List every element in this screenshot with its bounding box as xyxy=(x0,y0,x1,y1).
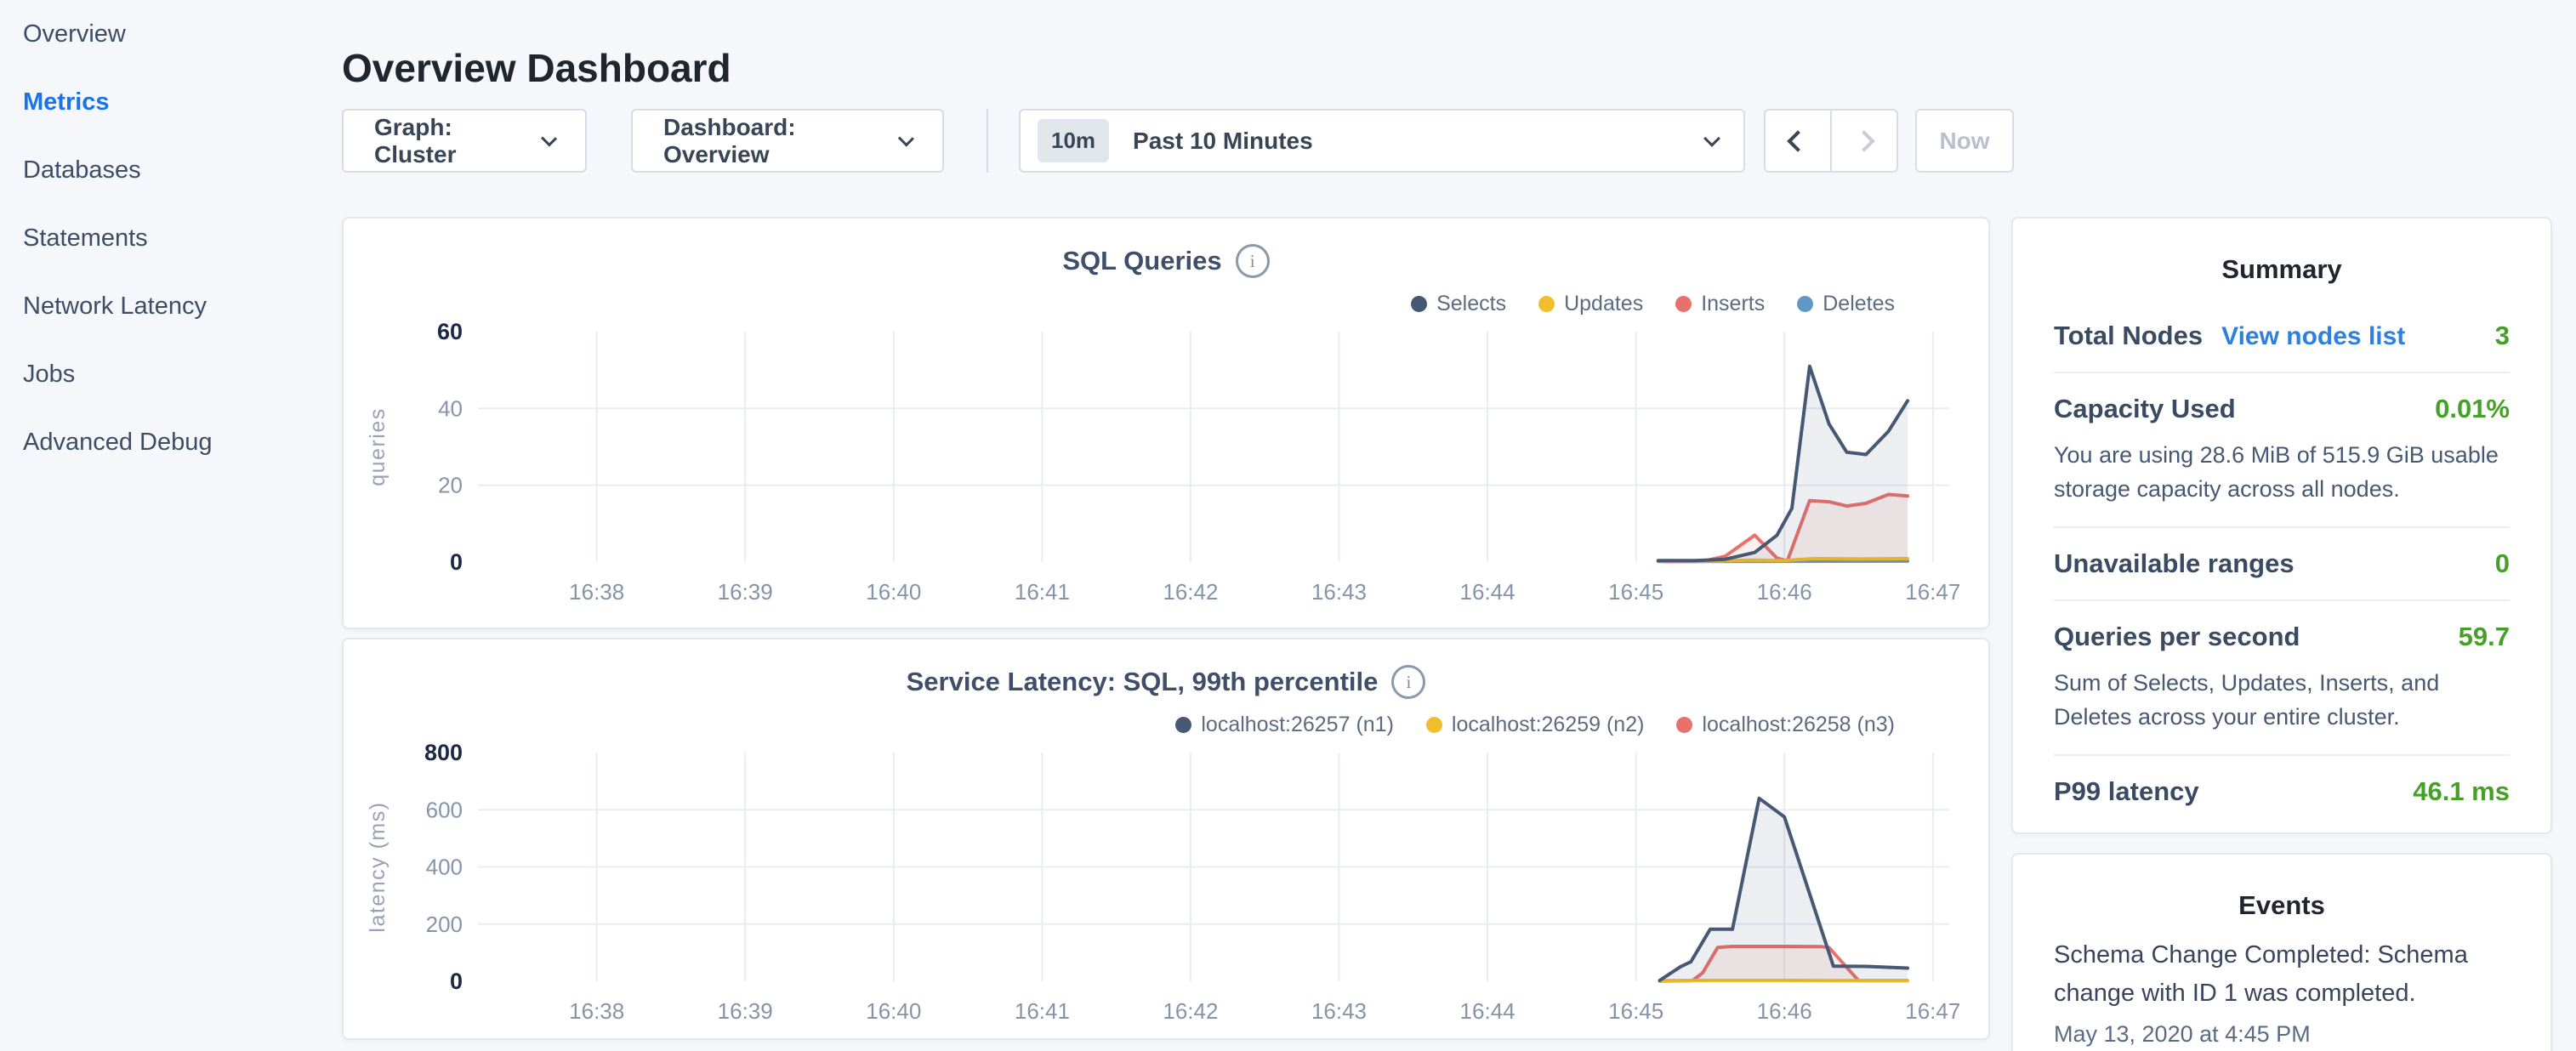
svg-text:16:45: 16:45 xyxy=(1608,998,1663,1024)
svg-text:16:42: 16:42 xyxy=(1163,579,1218,605)
time-range-label: Past 10 Minutes xyxy=(1133,128,1313,155)
svg-text:800: 800 xyxy=(424,740,463,765)
svg-text:16:45: 16:45 xyxy=(1608,579,1663,605)
dashboard-dropdown[interactable]: Dashboard: Overview xyxy=(631,109,944,173)
now-button[interactable]: Now xyxy=(1915,109,2014,173)
sidebar-item-advanced-debug[interactable]: Advanced Debug xyxy=(0,408,340,476)
summary-row-capacity-used: Capacity Used 0.01% You are using 28.6 M… xyxy=(2054,372,2510,526)
controls-divider xyxy=(987,109,988,173)
app-root: Overview Metrics Databases Statements Ne… xyxy=(0,0,2576,1051)
service-latency-chart-card: Service Latency: SQL, 99th percentile i … xyxy=(342,638,1990,1040)
event-item-timestamp: May 13, 2020 at 4:45 PM xyxy=(2054,1021,2510,1048)
chevron-down-icon xyxy=(898,130,914,146)
summary-row-label: Unavailable ranges xyxy=(2054,548,2295,579)
summary-row-label: Total Nodes xyxy=(2054,321,2203,351)
sidebar-item-statements[interactable]: Statements xyxy=(0,204,340,272)
summary-row-label: P99 latency xyxy=(2054,776,2199,807)
svg-text:16:46: 16:46 xyxy=(1757,998,1812,1024)
summary-row-queries-per-second: Queries per second 59.7 Sum of Selects, … xyxy=(2054,599,2510,754)
sql-queries-plot: 16:38 16:39 16:40 16:41 16:42 16:43 16:44 16:45… xyxy=(344,219,1992,631)
svg-text:0: 0 xyxy=(450,969,463,994)
svg-text:200: 200 xyxy=(426,912,463,937)
summary-row-description: You are using 28.6 MiB of 515.9 GiB usab… xyxy=(2054,438,2510,506)
summary-row-unavailable-ranges: Unavailable ranges 0 xyxy=(2054,526,2510,599)
svg-text:16:46: 16:46 xyxy=(1757,579,1812,605)
svg-text:16:39: 16:39 xyxy=(718,998,773,1024)
time-prev-button[interactable] xyxy=(1764,109,1831,173)
svg-text:latency (ms): latency (ms) xyxy=(366,801,390,932)
summary-row-description: Sum of Selects, Updates, Inserts, and De… xyxy=(2054,666,2510,734)
page-title: Overview Dashboard xyxy=(342,45,731,91)
svg-text:16:43: 16:43 xyxy=(1311,998,1367,1024)
sql-queries-chart-card: SQL Queries i SelectsUpdatesInsertsDelet… xyxy=(342,217,1990,629)
summary-row-value: 3 xyxy=(2495,321,2510,351)
graph-dropdown-label: Graph: Cluster xyxy=(374,114,526,168)
svg-text:16:40: 16:40 xyxy=(866,579,921,605)
summary-row-label: Queries per second xyxy=(2054,622,2300,652)
svg-text:16:40: 16:40 xyxy=(866,998,921,1024)
time-next-button[interactable] xyxy=(1831,109,1898,173)
svg-text:600: 600 xyxy=(426,797,463,822)
time-range-badge: 10m xyxy=(1038,119,1109,162)
svg-text:queries: queries xyxy=(366,407,390,486)
chevron-down-icon xyxy=(541,130,557,146)
svg-text:16:44: 16:44 xyxy=(1460,998,1515,1024)
sidebar: Overview Metrics Databases Statements Ne… xyxy=(0,0,340,1051)
svg-text:16:43: 16:43 xyxy=(1311,579,1367,605)
sidebar-item-jobs[interactable]: Jobs xyxy=(0,340,340,408)
summary-panel: Summary Total Nodes View nodes list 3 Ca… xyxy=(2011,217,2552,834)
summary-row-label: Capacity Used xyxy=(2054,394,2236,424)
sidebar-item-overview[interactable]: Overview xyxy=(0,0,340,68)
view-nodes-list-link[interactable]: View nodes list xyxy=(2221,322,2405,351)
summary-row-value: 46.1 ms xyxy=(2413,776,2510,807)
svg-text:16:38: 16:38 xyxy=(569,998,624,1024)
svg-text:16:47: 16:47 xyxy=(1905,998,1960,1024)
summary-row-value: 0.01% xyxy=(2435,394,2510,424)
summary-row-value: 59.7 xyxy=(2459,622,2510,652)
sidebar-item-databases[interactable]: Databases xyxy=(0,136,340,204)
sidebar-item-network-latency[interactable]: Network Latency xyxy=(0,272,340,340)
chevron-right-icon xyxy=(1853,130,1874,151)
time-range-picker[interactable]: 10m Past 10 Minutes xyxy=(1019,109,1745,173)
summary-row-value: 0 xyxy=(2495,548,2510,579)
summary-title: Summary xyxy=(2054,254,2510,285)
svg-text:16:41: 16:41 xyxy=(1015,579,1070,605)
svg-text:16:42: 16:42 xyxy=(1163,998,1218,1024)
chevron-left-icon xyxy=(1787,130,1808,151)
events-panel: Events Schema Change Completed: Schema c… xyxy=(2011,853,2552,1051)
svg-text:16:44: 16:44 xyxy=(1460,579,1515,605)
dashboard-dropdown-label: Dashboard: Overview xyxy=(663,114,884,168)
service-latency-plot: 16:38 16:39 16:40 16:41 16:42 16:43 16:44 16:45… xyxy=(344,639,1992,1042)
svg-text:40: 40 xyxy=(438,395,463,421)
svg-text:60: 60 xyxy=(437,319,463,344)
graph-dropdown[interactable]: Graph: Cluster xyxy=(342,109,587,173)
controls-bar: Graph: Cluster Dashboard: Overview 10m P… xyxy=(342,109,2014,173)
summary-row-p99-latency: P99 latency 46.1 ms xyxy=(2054,754,2510,827)
chevron-down-icon xyxy=(1703,130,1720,147)
svg-text:16:39: 16:39 xyxy=(718,579,773,605)
svg-text:16:47: 16:47 xyxy=(1905,579,1960,605)
sidebar-item-metrics[interactable]: Metrics xyxy=(0,68,340,136)
summary-row-total-nodes: Total Nodes View nodes list 3 xyxy=(2054,300,2510,372)
svg-text:16:41: 16:41 xyxy=(1015,998,1070,1024)
svg-text:0: 0 xyxy=(450,549,463,575)
svg-text:400: 400 xyxy=(426,855,463,880)
svg-text:20: 20 xyxy=(438,473,463,498)
event-item-text: Schema Change Completed: Schema change w… xyxy=(2054,936,2510,1013)
time-pager xyxy=(1764,109,1898,173)
events-title: Events xyxy=(2054,890,2510,921)
svg-text:16:38: 16:38 xyxy=(569,579,624,605)
